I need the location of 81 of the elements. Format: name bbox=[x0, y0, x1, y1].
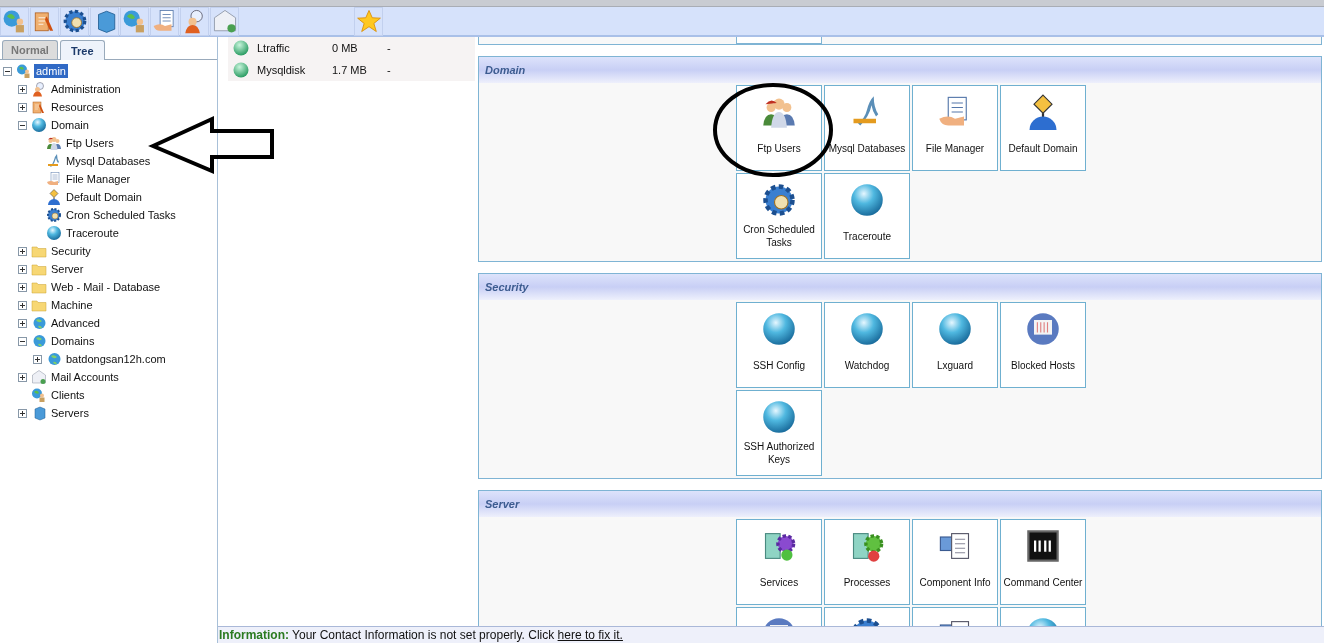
tree-item[interactable]: File Manager bbox=[64, 172, 133, 186]
tree-expander-icon[interactable] bbox=[3, 66, 12, 76]
tree-item[interactable]: Web - Mail - Database bbox=[49, 280, 163, 294]
tree-user-globe-icon bbox=[31, 387, 47, 403]
shortcut-tile[interactable]: Ftp Users bbox=[736, 85, 822, 171]
tree-item[interactable]: Ftp Users bbox=[64, 136, 116, 150]
sidebar-tab[interactable]: Tree bbox=[59, 40, 105, 60]
shortcut-tile[interactable]: SSH Authorized Keys bbox=[736, 390, 822, 476]
tree-item[interactable]: Security bbox=[49, 244, 93, 258]
tree-expander-icon[interactable] bbox=[18, 372, 27, 382]
tree-item[interactable]: Traceroute bbox=[64, 226, 121, 240]
tree-globe-icon bbox=[31, 315, 47, 331]
shortcut-tile[interactable]: Lxguard bbox=[912, 302, 998, 388]
shortcut-tile[interactable]: Cron Scheduled Tasks bbox=[736, 173, 822, 259]
shortcut-tile[interactable]: Processes bbox=[824, 519, 910, 605]
tree-expander-icon[interactable] bbox=[18, 318, 27, 328]
tree-expander-icon[interactable] bbox=[18, 102, 27, 112]
resource-limit: - bbox=[387, 42, 391, 54]
tree-expander-icon[interactable] bbox=[18, 120, 27, 130]
tree-item[interactable]: Default Domain bbox=[64, 190, 144, 204]
tree-item[interactable]: Cron Scheduled Tasks bbox=[64, 208, 178, 222]
toolbar-gear-icon[interactable] bbox=[60, 6, 89, 36]
monitor-icon bbox=[1025, 311, 1061, 347]
tree-expander-icon[interactable] bbox=[18, 84, 27, 94]
tree-item[interactable]: Mail Accounts bbox=[49, 370, 121, 384]
tree-item[interactable]: Mysql Databases bbox=[64, 154, 153, 168]
tree-item[interactable]: admin bbox=[34, 64, 68, 78]
tree-expander-icon[interactable] bbox=[18, 264, 27, 274]
shortcut-tile[interactable]: Mysql Databases bbox=[824, 85, 910, 171]
toolbar-mail-icon[interactable] bbox=[210, 6, 239, 36]
resource-name: Mysqldisk bbox=[257, 64, 307, 76]
tree-expander-icon[interactable] bbox=[18, 408, 27, 418]
tree-expander-icon[interactable] bbox=[18, 300, 27, 310]
shortcut-tile[interactable]: Component Info bbox=[912, 519, 998, 605]
resource-value: 0 MB bbox=[332, 42, 359, 54]
tree-expander-icon[interactable] bbox=[18, 246, 27, 256]
tree-item[interactable]: Servers bbox=[49, 406, 91, 420]
section-title: Domain bbox=[485, 64, 526, 76]
tree-gear-icon bbox=[46, 207, 62, 223]
resource-limit: - bbox=[387, 64, 391, 76]
tree-item[interactable]: Domains bbox=[49, 334, 97, 348]
shortcut-tile[interactable]: Command Center bbox=[1000, 519, 1086, 605]
tree-resources-icon bbox=[31, 99, 47, 115]
section-title: Security bbox=[485, 281, 529, 293]
section-title: Server bbox=[485, 498, 520, 510]
tree-user-globe-icon bbox=[16, 63, 32, 79]
tree-users-icon bbox=[46, 135, 62, 151]
status-dot-icon bbox=[233, 62, 249, 78]
tree-item[interactable]: Resources bbox=[49, 100, 106, 114]
tree-item[interactable]: Server bbox=[49, 262, 86, 276]
status-dot-icon bbox=[233, 40, 249, 56]
resource-name: Ltraffic bbox=[257, 42, 291, 54]
tree-item[interactable]: Machine bbox=[49, 298, 95, 312]
resource-value: 1.7 MB bbox=[332, 64, 368, 76]
fix-link[interactable]: here to fix it. bbox=[557, 628, 623, 642]
tree-file-icon bbox=[46, 171, 62, 187]
toolbar-server-icon[interactable] bbox=[90, 6, 119, 36]
shortcut-tile[interactable]: Traceroute bbox=[824, 173, 910, 259]
tree-mail-icon bbox=[31, 369, 47, 385]
tree-globe-icon bbox=[31, 333, 47, 349]
shortcut-tile[interactable]: Default Domain bbox=[1000, 85, 1086, 171]
shortcut-tile[interactable]: Blocked Hosts bbox=[1000, 302, 1086, 388]
toolbar-person-icon[interactable] bbox=[180, 6, 209, 36]
shortcut-tile[interactable]: File Manager bbox=[912, 85, 998, 171]
tree-item[interactable]: Domain bbox=[49, 118, 91, 132]
status-message: Information: Your Contact Information is not set properly. Click here to fix it. bbox=[219, 628, 623, 642]
tree-expander-icon[interactable] bbox=[18, 336, 27, 346]
tree-item[interactable]: Advanced bbox=[49, 316, 102, 330]
toolbar-file-icon[interactable] bbox=[150, 6, 179, 36]
tree-expander-icon[interactable] bbox=[18, 282, 27, 292]
shortcut-tile[interactable]: Services bbox=[736, 519, 822, 605]
tree-item[interactable]: batdongsan12h.com bbox=[64, 352, 168, 366]
tree-item[interactable]: Clients bbox=[49, 388, 87, 402]
toolbar-resources-icon[interactable] bbox=[30, 6, 59, 36]
shortcut-tile[interactable]: Watchdog bbox=[824, 302, 910, 388]
tree-globe-icon bbox=[46, 351, 62, 367]
tree-item[interactable]: Administration bbox=[49, 82, 123, 96]
tree-expander-icon[interactable] bbox=[33, 354, 42, 364]
shortcut-tile[interactable]: SSH Config bbox=[736, 302, 822, 388]
terminal-icon bbox=[1025, 528, 1061, 564]
tree-domain-icon bbox=[46, 189, 62, 205]
